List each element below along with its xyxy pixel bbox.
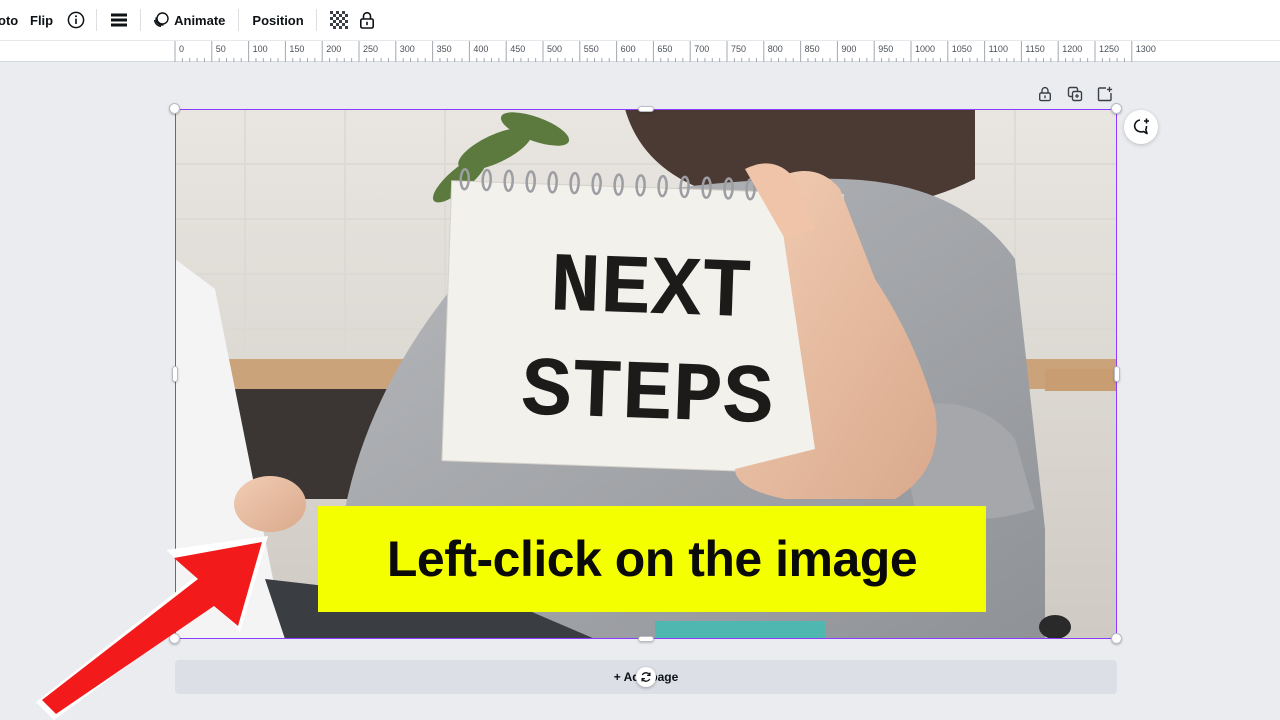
info-icon[interactable] [66, 10, 86, 30]
rotate-icon [641, 672, 651, 682]
toolbar-divider [238, 9, 240, 31]
edit-photo-button[interactable]: oto [0, 6, 22, 34]
toolbar-divider [315, 9, 317, 31]
ruler-tick-label: 50 [216, 44, 226, 54]
ruler-tick-label: 1250 [1099, 44, 1119, 54]
flip-label: Flip [30, 12, 54, 28]
ruler-tick-label: 1050 [952, 44, 972, 54]
ruler-tick-label: 500 [547, 44, 562, 54]
horizontal-ruler: 0 50 100 150 200 250 300 350 400 450 500 550 600 650 7… [0, 40, 1280, 62]
lock-icon[interactable] [357, 10, 377, 30]
instruction-callout-text: Left-click on the image [386, 531, 918, 587]
ruler-tick-label: 1000 [915, 44, 935, 54]
ruler-tick-label: 450 [510, 44, 525, 54]
resize-handle-right[interactable] [1114, 366, 1120, 382]
toolbar-divider [96, 9, 98, 31]
transparency-icon[interactable] [329, 10, 349, 30]
animate-label: Animate [174, 12, 226, 28]
instruction-callout: Left-click on the image [318, 506, 986, 612]
resize-handle-bottom[interactable] [638, 636, 654, 642]
position-button[interactable]: Position [252, 6, 303, 34]
resize-handle-bottom-right[interactable] [1111, 633, 1122, 644]
duplicate-page-icon[interactable] [1064, 84, 1086, 104]
position-label: Position [252, 12, 304, 28]
ruler-tick-label: 250 [363, 44, 378, 54]
ruler-tick-label: 600 [621, 44, 636, 54]
resize-handle-top-left[interactable] [169, 103, 180, 114]
editor-toolbar: oto Flip Animate Position [0, 0, 1280, 40]
ruler-tick-label: 0 [179, 44, 184, 54]
rotate-handle[interactable] [636, 667, 656, 687]
ruler-tick-label: 650 [657, 44, 672, 54]
flip-button[interactable]: Flip [30, 6, 53, 34]
resize-handle-left[interactable] [172, 366, 178, 382]
add-comment-button[interactable] [1124, 110, 1158, 144]
ruler-tick-label: 1300 [1136, 44, 1156, 54]
ruler-tick-label: 750 [731, 44, 746, 54]
lock-page-icon[interactable] [1034, 84, 1056, 104]
add-page-icon[interactable] [1094, 84, 1116, 104]
ruler-tick-label: 400 [473, 44, 488, 54]
line-spacing-icon[interactable] [109, 10, 129, 30]
ruler-tick-label: 200 [326, 44, 341, 54]
resize-handle-top-right[interactable] [1111, 103, 1122, 114]
ruler-tick-label: 900 [841, 44, 856, 54]
ruler-tick-label: 300 [400, 44, 415, 54]
ruler-tick-label: 850 [805, 44, 820, 54]
ruler-tick-label: 350 [437, 44, 452, 54]
ruler-tick-label: 150 [289, 44, 304, 54]
ruler-tick-label: 550 [584, 44, 599, 54]
ruler-tick-label: 1100 [989, 44, 1008, 54]
ruler-tick-label: 1150 [1025, 44, 1044, 54]
notepad-text-line2: STEPS [520, 344, 775, 448]
ruler-tick-label: 800 [768, 44, 783, 54]
ruler-tick-label: 100 [253, 44, 268, 54]
resize-handle-top[interactable] [638, 106, 654, 112]
ruler-tick-label: 950 [878, 44, 893, 54]
notepad-text-line1: NEXT [549, 240, 754, 342]
ruler-tick-label: 1200 [1062, 44, 1082, 54]
ruler-scale: 0 50 100 150 200 250 300 350 400 450 500 550 600 650 7… [174, 41, 1156, 62]
edit-photo-label: oto [0, 12, 19, 28]
comment-plus-icon [1133, 118, 1149, 135]
ruler-tick-label: 700 [694, 44, 709, 54]
toolbar-divider [140, 9, 142, 31]
red-arrow-icon [36, 536, 268, 720]
animate-button[interactable]: Animate [153, 6, 225, 34]
animate-icon [153, 12, 169, 28]
